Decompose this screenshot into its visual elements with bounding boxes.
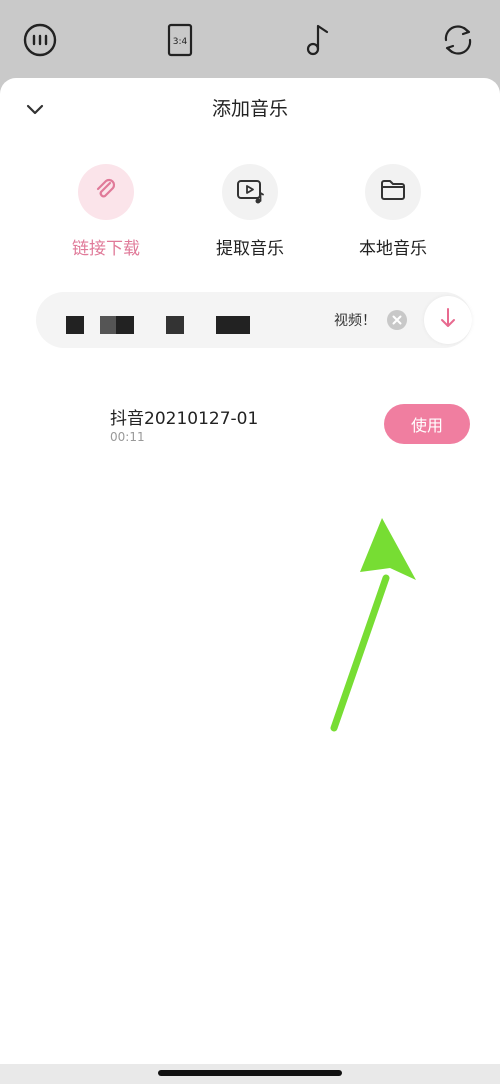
music-note-icon[interactable]: [298, 20, 338, 60]
source-label: 提取音乐: [216, 239, 284, 259]
arrow-down-icon: [436, 306, 460, 334]
source-label: 本地音乐: [359, 239, 427, 259]
add-music-sheet: 添加音乐 链接下载 提取音乐 本地音乐 视频！ 抖音20210127-01 00…: [0, 78, 500, 1064]
more-icon[interactable]: [20, 20, 60, 60]
home-indicator[interactable]: [158, 1070, 342, 1076]
source-icon-circle: [365, 164, 421, 220]
use-button[interactable]: 使用: [384, 404, 470, 444]
local-music-button[interactable]: 本地音乐: [323, 164, 463, 259]
paperclip-icon: [91, 175, 121, 209]
redacted-text: [100, 316, 116, 334]
extract-music-button[interactable]: 提取音乐: [180, 164, 320, 259]
top-toolbar: 3:4: [0, 0, 500, 80]
annotation-arrow-icon: [330, 518, 416, 732]
rotate-icon[interactable]: [438, 20, 478, 60]
redacted-text: [66, 316, 84, 334]
redacted-text: [216, 316, 250, 334]
svg-text:3:4: 3:4: [173, 37, 188, 47]
source-label: 链接下载: [72, 239, 140, 259]
link-input-text: 视频！: [334, 313, 376, 329]
watermark: Bai 经验: [372, 1044, 435, 1063]
redacted-text: [166, 316, 184, 334]
aspect-ratio-icon[interactable]: 3:4: [160, 20, 200, 60]
folder-icon: [378, 175, 408, 209]
track-duration: 00:11: [110, 430, 145, 444]
link-input[interactable]: 视频！: [36, 292, 472, 348]
link-download-button[interactable]: 链接下载: [36, 164, 176, 259]
track-name: 抖音20210127-01: [110, 409, 259, 429]
source-icon-circle: [78, 164, 134, 220]
sheet-title: 添加音乐: [211, 98, 288, 120]
source-icon-circle: [222, 164, 278, 220]
redacted-text: [116, 316, 134, 334]
clear-icon[interactable]: [386, 309, 408, 331]
video-music-icon: [234, 174, 266, 210]
download-button[interactable]: [424, 296, 472, 344]
